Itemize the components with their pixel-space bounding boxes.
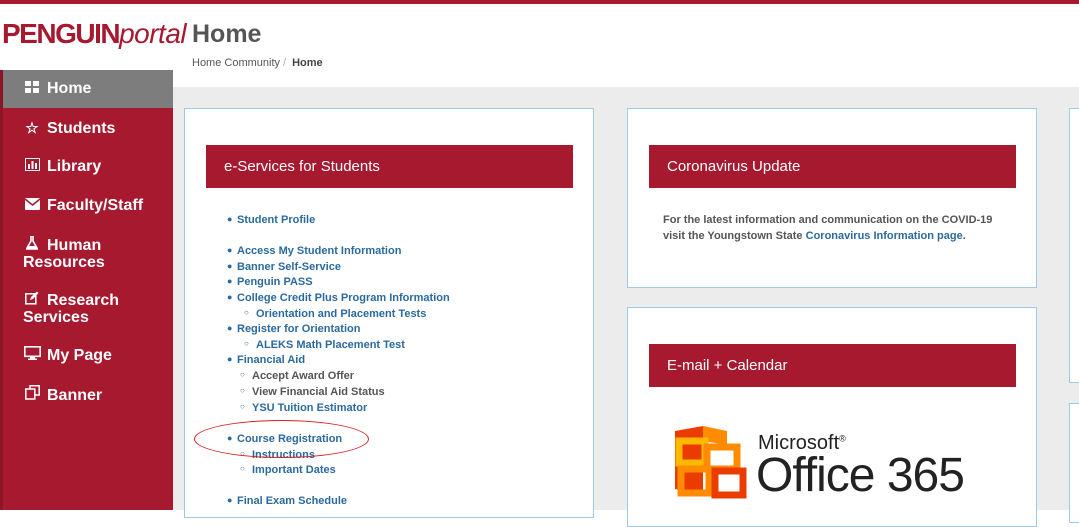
list-item[interactable]: ● Final Exam Schedule bbox=[227, 495, 347, 507]
circle-bullet-icon: ○ bbox=[240, 370, 245, 379]
sidebar-item-research-services[interactable]: Research Services bbox=[3, 291, 119, 326]
circle-bullet-icon: ○ bbox=[240, 464, 245, 473]
office-365-text: Office 365 bbox=[756, 449, 965, 502]
list-item[interactable]: ● Financial Aid bbox=[227, 354, 305, 366]
sidebar-item-label: Library bbox=[47, 158, 102, 175]
sidebar-item-label: Students bbox=[47, 120, 116, 137]
list-item[interactable]: ○ Orientation and Placement Tests bbox=[244, 308, 426, 320]
link-final-exam-schedule[interactable]: Final Exam Schedule bbox=[237, 495, 347, 507]
sidebar-item-library[interactable]: Library bbox=[3, 158, 101, 176]
logo-bold-text: PENGUIN bbox=[2, 18, 121, 49]
copy-icon bbox=[23, 385, 41, 404]
envelope-icon bbox=[23, 197, 41, 214]
star-icon: ☆ bbox=[25, 120, 39, 137]
bullet-icon: ● bbox=[227, 292, 233, 302]
penguin-portal-logo[interactable]: PENGUINportal bbox=[2, 18, 187, 50]
sidebar-item-label: Faculty/Staff bbox=[47, 197, 144, 214]
red-annotation-circle bbox=[194, 420, 369, 458]
monitor-icon bbox=[23, 346, 41, 364]
right-partial-card bbox=[1069, 108, 1079, 383]
sidebar-item-human-resources[interactable]: Human Resources bbox=[3, 235, 105, 271]
sidebar: Home ☆ Students Library Faculty/Staff Hum… bbox=[0, 70, 173, 510]
office-365-logo-icon[interactable] bbox=[673, 425, 758, 500]
circle-bullet-icon: ○ bbox=[240, 402, 245, 411]
email-calendar-card-title: E-mail + Calendar bbox=[649, 344, 1016, 387]
logo-italic-text: portal bbox=[119, 18, 187, 49]
sidebar-item-label: Banner bbox=[47, 387, 103, 404]
flask-icon bbox=[23, 235, 41, 254]
sidebar-item-my-page[interactable]: My Page bbox=[3, 346, 112, 365]
list-item[interactable]: ○ Accept Award Offer bbox=[240, 370, 354, 382]
bullet-icon: ● bbox=[227, 354, 233, 364]
edit-icon bbox=[23, 291, 41, 309]
link-student-profile[interactable]: Student Profile bbox=[237, 214, 315, 226]
link-register-orientation[interactable]: Register for Orientation bbox=[237, 323, 360, 335]
link-college-credit-plus[interactable]: College Credit Plus Program Information bbox=[237, 292, 450, 304]
bullet-icon: ● bbox=[227, 245, 233, 255]
covid-text-line2: visit the Youngstown State bbox=[663, 229, 803, 242]
link-banner-self-service[interactable]: Banner Self-Service bbox=[237, 261, 341, 273]
link-access-student-info[interactable]: Access My Student Information bbox=[237, 245, 401, 257]
link-tuition-estimator[interactable]: YSU Tuition Estimator bbox=[252, 402, 367, 414]
link-penguin-pass[interactable]: Penguin PASS bbox=[237, 276, 313, 288]
bullet-icon: ● bbox=[227, 214, 233, 224]
circle-bullet-icon: ○ bbox=[240, 386, 245, 395]
page-title: Home bbox=[192, 20, 262, 48]
coronavirus-info-link[interactable]: Coronavirus Information page bbox=[806, 230, 963, 242]
sidebar-item-label-line2: Resources bbox=[23, 254, 105, 271]
link-important-dates[interactable]: Important Dates bbox=[252, 464, 336, 476]
list-item[interactable]: ○ View Financial Aid Status bbox=[240, 386, 385, 398]
list-item[interactable]: ● College Credit Plus Program Information bbox=[227, 292, 450, 304]
breadcrumb-current: Home bbox=[292, 57, 323, 69]
link-aleks-math[interactable]: ALEKS Math Placement Test bbox=[256, 339, 405, 351]
sidebar-item-label: Research bbox=[47, 292, 120, 309]
circle-bullet-icon: ○ bbox=[244, 308, 249, 317]
list-item[interactable]: ○ Important Dates bbox=[240, 464, 336, 476]
list-item[interactable]: ● Student Profile bbox=[227, 214, 315, 226]
sidebar-item-label: My Page bbox=[47, 347, 112, 364]
link-orientation-placement-tests[interactable]: Orientation and Placement Tests bbox=[256, 308, 426, 320]
bullet-icon: ● bbox=[227, 323, 233, 333]
circle-bullet-icon: ○ bbox=[244, 339, 249, 348]
list-item[interactable]: ○ ALEKS Math Placement Test bbox=[244, 339, 405, 351]
sidebar-item-students[interactable]: ☆ Students bbox=[3, 119, 115, 138]
chart-icon bbox=[23, 158, 41, 175]
covid-text-line1: For the latest information and communica… bbox=[663, 214, 993, 226]
covid-text-suffix: . bbox=[962, 229, 966, 242]
list-item[interactable]: ● Access My Student Information bbox=[227, 245, 401, 257]
breadcrumb: Home Community / Home bbox=[192, 57, 323, 69]
coronavirus-card bbox=[627, 108, 1037, 288]
sidebar-item-label-line2: Services bbox=[23, 309, 89, 326]
grid-icon bbox=[23, 70, 41, 108]
bullet-icon: ● bbox=[227, 276, 233, 286]
sidebar-item-home[interactable]: Home bbox=[3, 70, 173, 108]
top-accent-bar bbox=[0, 0, 1079, 4]
sidebar-item-label: Human bbox=[47, 237, 102, 254]
coronavirus-card-title: Coronavirus Update bbox=[649, 145, 1016, 188]
eservices-card-title: e-Services for Students bbox=[206, 145, 573, 188]
link-view-aid-status[interactable]: View Financial Aid Status bbox=[252, 386, 385, 398]
list-item[interactable]: ● Penguin PASS bbox=[227, 276, 313, 288]
sidebar-item-label: Home bbox=[47, 80, 92, 97]
bullet-icon: ● bbox=[227, 495, 233, 505]
sidebar-item-banner[interactable]: Banner bbox=[3, 385, 102, 405]
registered-mark: ® bbox=[839, 433, 846, 444]
breadcrumb-separator: / bbox=[283, 57, 287, 69]
bullet-icon: ● bbox=[227, 261, 233, 271]
list-item[interactable]: ● Register for Orientation bbox=[227, 323, 360, 335]
breadcrumb-parent[interactable]: Home Community bbox=[192, 57, 280, 69]
right-partial-card-2 bbox=[1069, 403, 1079, 523]
sidebar-item-faculty-staff[interactable]: Faculty/Staff bbox=[3, 197, 143, 215]
list-item[interactable]: ○ YSU Tuition Estimator bbox=[240, 402, 367, 414]
link-accept-award-offer[interactable]: Accept Award Offer bbox=[252, 370, 354, 382]
coronavirus-text: For the latest information and communica… bbox=[663, 213, 1023, 244]
link-financial-aid[interactable]: Financial Aid bbox=[237, 354, 305, 366]
list-item[interactable]: ● Banner Self-Service bbox=[227, 261, 341, 273]
